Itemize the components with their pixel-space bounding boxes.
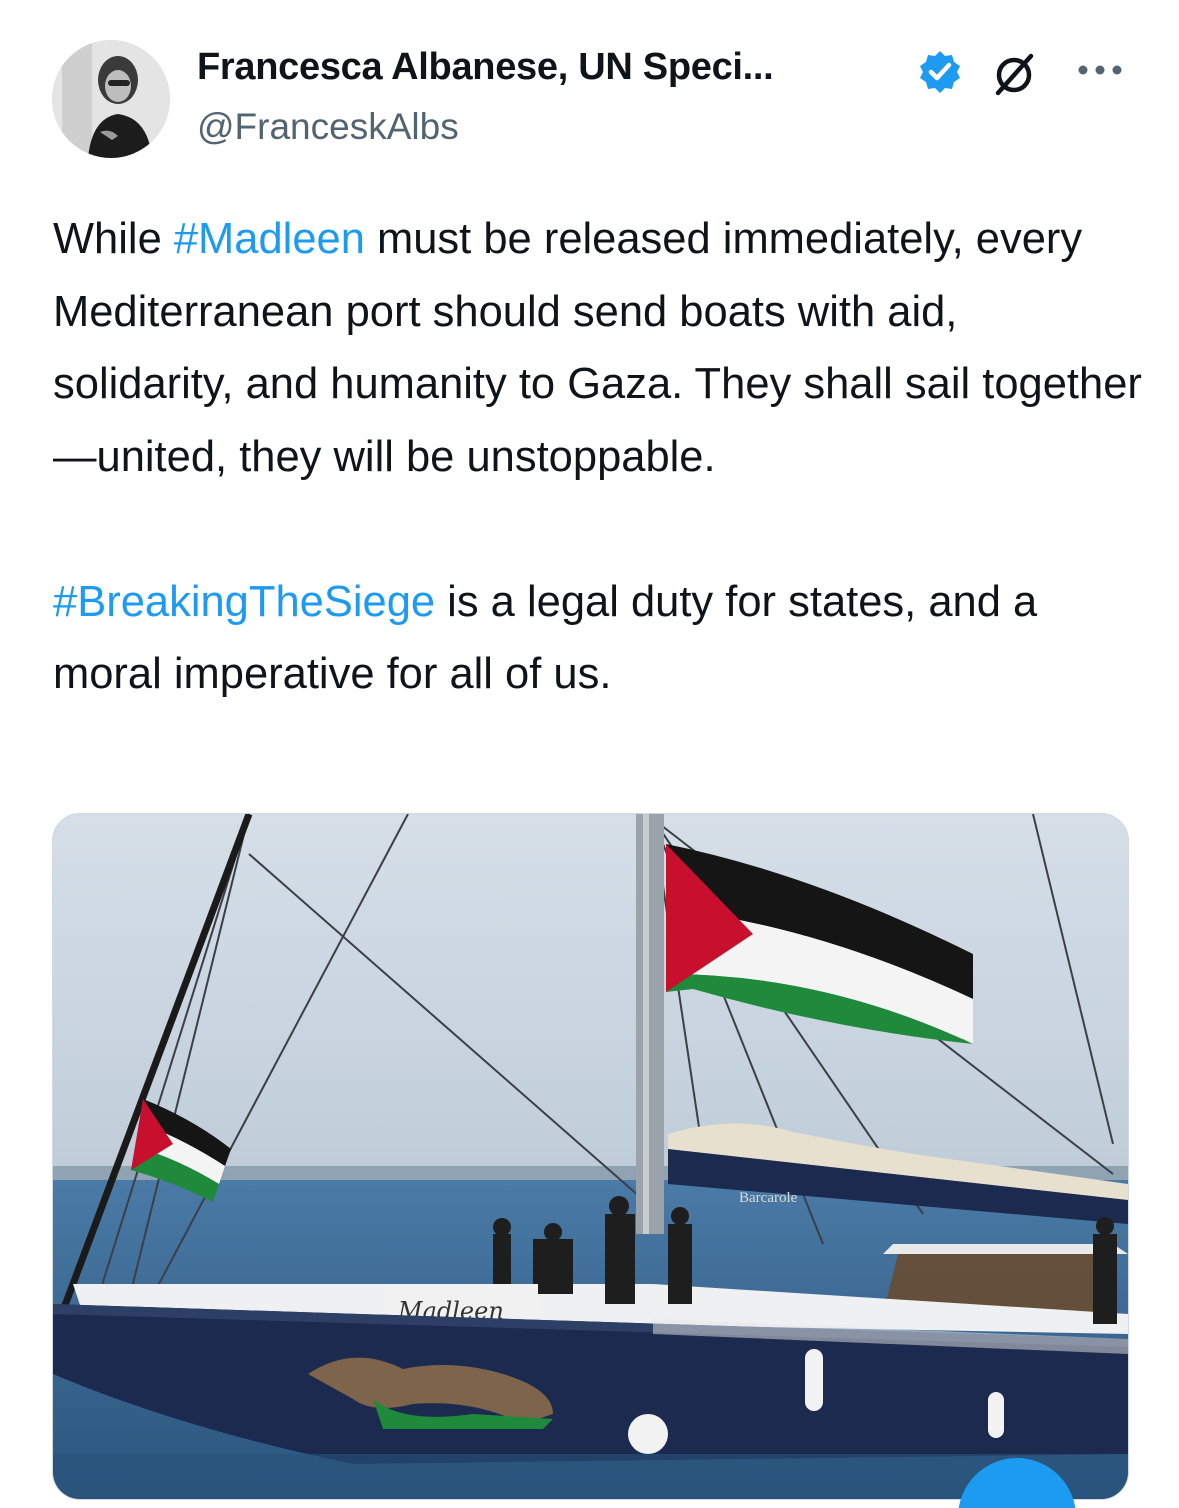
boom-name-text: Barcarole bbox=[739, 1190, 798, 1206]
more-dots-icon[interactable] bbox=[1075, 56, 1125, 84]
tweet-header: Francesca Albanese, UN Speci... @Frances… bbox=[0, 0, 1179, 170]
verified-badge-icon[interactable] bbox=[917, 49, 963, 95]
tweet-paragraph-1: While #Madleen must be released immediat… bbox=[53, 203, 1143, 493]
tweet-text-segment: While bbox=[53, 215, 174, 263]
author-display-name[interactable]: Francesca Albanese, UN Speci... bbox=[197, 46, 774, 89]
fender bbox=[628, 1414, 668, 1454]
tweet-body: While #Madleen must be released immediat… bbox=[53, 203, 1143, 711]
avatar[interactable] bbox=[52, 40, 170, 158]
hashtag-breakingthesiege[interactable]: #BreakingTheSiege bbox=[53, 578, 435, 626]
hashtag-madleen[interactable]: #Madleen bbox=[174, 215, 365, 263]
author-handle[interactable]: @FranceskAlbs bbox=[197, 106, 459, 148]
sailboat-photo: Barcarole Madleen bbox=[53, 814, 1128, 1499]
tweet-detail: Francesca Albanese, UN Speci... @Frances… bbox=[0, 0, 1179, 1508]
mast bbox=[636, 814, 664, 1234]
grok-slash-icon[interactable] bbox=[991, 51, 1037, 97]
profile-photo-icon bbox=[52, 40, 170, 158]
tweet-photo[interactable]: Barcarole Madleen bbox=[52, 813, 1129, 1500]
tweet-paragraph-2: #BreakingTheSiege is a legal duty for st… bbox=[53, 566, 1143, 711]
